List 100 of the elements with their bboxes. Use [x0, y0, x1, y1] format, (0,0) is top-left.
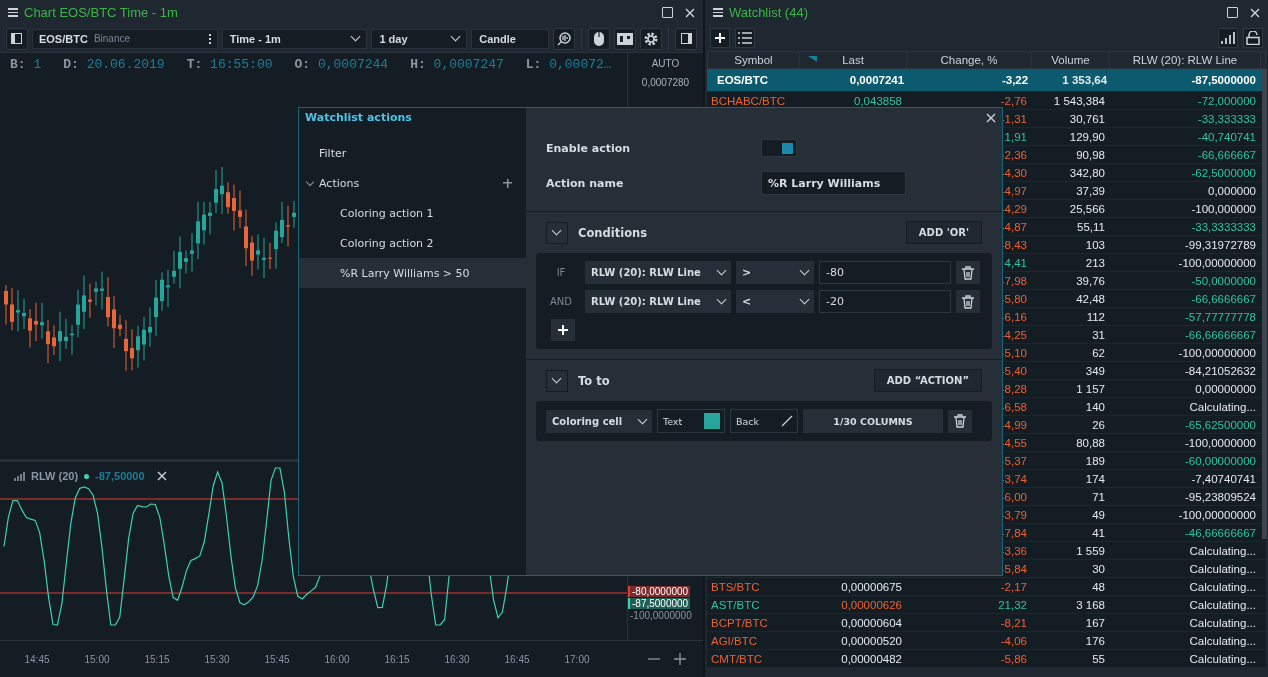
time-label: 15:00: [83, 653, 111, 665]
table-cell: 4,41: [1004, 256, 1027, 269]
table-cell: 0,043858: [854, 94, 902, 107]
table-cell: 55,11: [1077, 220, 1105, 233]
table-cell: BCPT/BTC: [711, 616, 768, 629]
ohlc-readout: H: 0,0007247: [410, 56, 504, 72]
table-cell: -3,36: [1000, 544, 1027, 557]
table-cell: 41: [1092, 526, 1105, 539]
table-cell: AGI/BTC: [711, 634, 757, 647]
table-cell: -5,86: [1000, 652, 1027, 665]
table-cell: -8,21: [1000, 616, 1027, 629]
time-label: 17:00: [563, 653, 591, 665]
axis-label: -87,5000000: [628, 598, 691, 609]
field-label: Enable action: [546, 141, 632, 155]
table-cell: -4,06: [1000, 634, 1027, 647]
table-cell: -57,77777778: [1185, 310, 1256, 323]
operator-text: >: [742, 266, 752, 279]
table-cell: 0,00000000: [1195, 382, 1256, 395]
table-cell: 80,88: [1076, 436, 1105, 449]
table-cell: -7,98: [1000, 274, 1027, 287]
table-cell: -33,333333: [1197, 112, 1256, 125]
table-cell: -2,36: [1000, 148, 1027, 161]
table-cell: 0,00000604: [841, 616, 902, 629]
time-label: 15:15: [143, 653, 171, 665]
table-cell: Calculating...: [1189, 634, 1256, 647]
table-cell: 174: [1085, 472, 1105, 485]
table-cell: Calculating...: [1189, 652, 1256, 665]
table-cell: BCHABC/BTC: [711, 94, 786, 107]
table-cell: -6,00: [1000, 490, 1027, 503]
table-cell: -100,00000000: [1178, 346, 1256, 359]
table-cell: -6,58: [1000, 400, 1027, 413]
table-cell: -100,00000000: [1178, 508, 1256, 521]
picker-label: Back: [736, 415, 760, 427]
ohlc-readout: B: 1: [10, 56, 42, 72]
table-cell: 1 157: [1076, 382, 1105, 395]
exchange-text: Binance: [93, 33, 130, 44]
table-cell: -1,31: [1000, 112, 1027, 125]
table-cell: 213: [1085, 256, 1105, 269]
table-cell: EOS/BTC: [717, 74, 769, 86]
table-cell: 3 168: [1076, 598, 1105, 611]
table-cell: 129,90: [1069, 130, 1105, 143]
table-cell: -5,10: [1000, 346, 1027, 359]
table-cell: 62: [1092, 346, 1105, 359]
indicator-text: RLW (20): RLW Line: [591, 296, 701, 307]
indicator-value: -87,50000: [95, 470, 145, 482]
table-cell: -66,6666667: [1191, 292, 1256, 305]
table-cell: -4,30: [1000, 166, 1027, 179]
table-cell: -4,29: [1000, 202, 1027, 215]
table-cell: 1 543,384: [1053, 94, 1105, 107]
table-cell: -87,5000000: [1191, 74, 1256, 86]
table-cell: -66,666667: [1197, 148, 1256, 161]
table-cell: -2,76: [1000, 94, 1027, 107]
table-cell: 349: [1085, 364, 1105, 377]
table-cell: -7,40740741: [1191, 472, 1256, 485]
table-cell: 37,39: [1076, 184, 1105, 197]
dialog-title: Watchlist actions: [304, 110, 413, 126]
table-cell: -99,31972789: [1185, 238, 1256, 251]
indicator-name: RLW (20): [31, 470, 79, 482]
table-cell: 30,761: [1069, 112, 1105, 125]
table-cell: -4,87: [1000, 220, 1027, 233]
table-cell: -4,25: [1000, 328, 1027, 341]
table-cell: 103: [1085, 238, 1105, 251]
table-cell: -4,97: [1000, 184, 1027, 197]
table-cell: 55: [1092, 652, 1105, 665]
table-cell: -33,3333333: [1191, 220, 1256, 233]
section-title: To to: [578, 373, 610, 388]
table-cell: Calculating...: [1189, 598, 1256, 611]
table-cell: 1,91: [1004, 130, 1027, 143]
price-label: 0,0007280: [641, 77, 690, 88]
table-cell: -60,00000000: [1185, 454, 1256, 467]
time-label: 15:45: [263, 653, 291, 665]
table-cell: 39,76: [1076, 274, 1105, 287]
table-cell: Calculating...: [1189, 616, 1256, 629]
connector-label: IF: [555, 267, 567, 278]
timeframe-text: Time - 1m: [229, 32, 281, 45]
table-cell: -66,66666667: [1185, 328, 1256, 341]
table-cell: Calculating...: [1189, 562, 1256, 575]
table-cell: 71: [1092, 490, 1105, 503]
time-label: 16:00: [323, 653, 351, 665]
time-label: 16:30: [443, 653, 471, 665]
table-cell: Calculating...: [1189, 400, 1256, 413]
nav-label: Filter: [319, 146, 347, 160]
ohlc-readout: D: 20.06.2019: [63, 56, 165, 72]
table-cell: -8,43: [1000, 238, 1027, 251]
table-cell: 176: [1085, 634, 1105, 647]
table-cell: 1 559: [1076, 544, 1105, 557]
axis-label: -100,0000000: [629, 610, 693, 621]
action-type-text: Coloring cell: [552, 415, 623, 427]
range-text: 1 day: [379, 32, 408, 45]
operator-text: <: [742, 295, 752, 308]
table-cell: -95,23809524: [1185, 490, 1256, 503]
table-cell: 21,32: [998, 598, 1027, 611]
symbol-text: EOS/BTC: [38, 32, 88, 45]
time-label: 16:15: [383, 653, 411, 665]
table-cell: -62,5000000: [1191, 166, 1256, 179]
section-title: Conditions: [578, 225, 648, 240]
panel-title: Watchlist (44): [729, 5, 808, 20]
table-cell: 31: [1092, 328, 1105, 341]
table-cell: -5,40: [1000, 364, 1027, 377]
table-cell: 48: [1092, 580, 1105, 593]
